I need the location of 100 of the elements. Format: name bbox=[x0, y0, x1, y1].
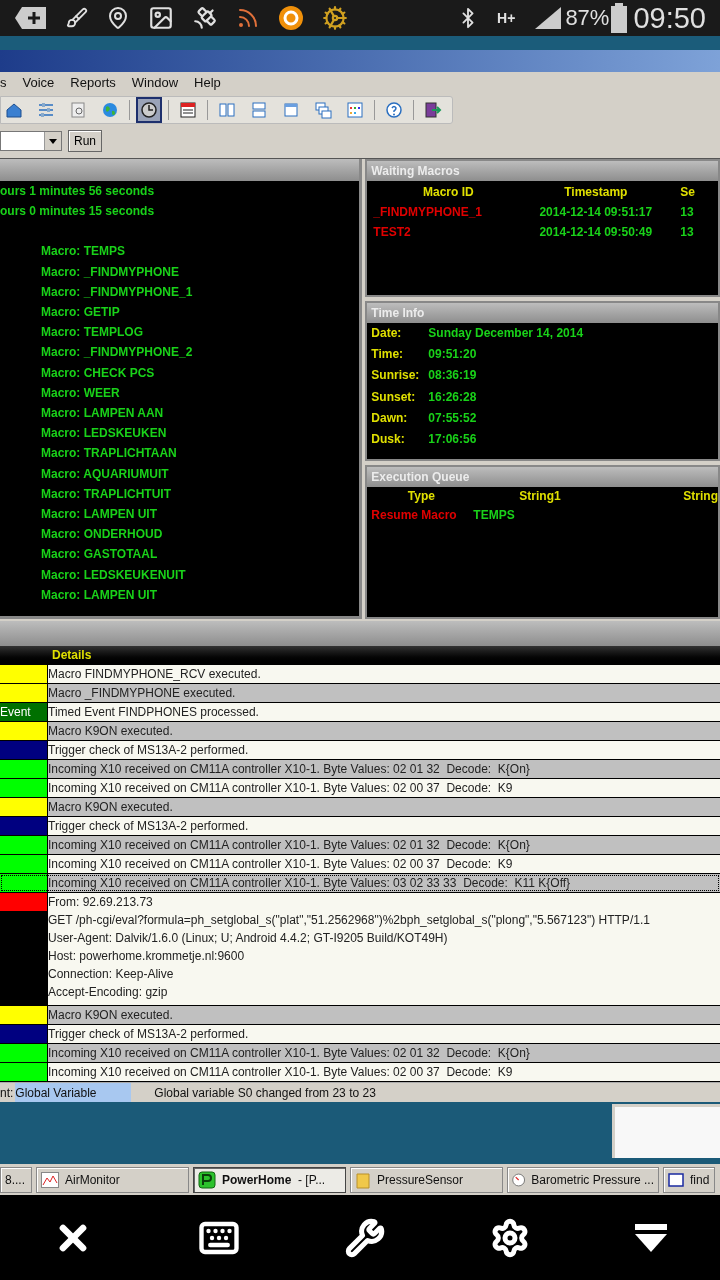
taskbar-button[interactable]: 8.... bbox=[0, 1166, 32, 1193]
image-icon bbox=[148, 5, 174, 31]
log-detail: Incoming X10 received on CM11A controller X10-1. Byte Values: 02 00 37 Decode: K9 bbox=[48, 780, 514, 797]
window-icon bbox=[282, 101, 300, 119]
log-detail: Incoming X10 received on CM11A controller X10-1. Byte Values: 02 01 32 Decode: K{On} bbox=[48, 837, 531, 854]
log-detail: Incoming X10 received on CM11A controller X10-1. Byte Values: 02 01 32 Decode: K{On} bbox=[48, 1045, 531, 1062]
taskbar-button[interactable]: PowerHome - [P... bbox=[193, 1166, 346, 1193]
column-header: Macro ID bbox=[422, 184, 475, 201]
editor-icon bbox=[179, 101, 197, 119]
satellite-icon bbox=[192, 5, 218, 31]
log-detail: Incoming X10 received on CM11A controller X10-1. Byte Values: 03 02 33 33 Decode: K11 K{Off} bbox=[48, 875, 572, 892]
gauge-icon bbox=[512, 1170, 526, 1189]
macro-name: Macro: WEER bbox=[40, 384, 121, 402]
uptime-text: ours 0 minutes 15 seconds bbox=[0, 203, 156, 221]
macro-name: Macro: LAMPEN UIT bbox=[40, 586, 158, 604]
time-value: 08:36:19 bbox=[428, 367, 478, 385]
event-type: Event bbox=[0, 704, 31, 721]
window-icon bbox=[668, 1171, 684, 1188]
sliders-icon bbox=[37, 101, 55, 119]
column-header: Details bbox=[51, 647, 92, 664]
table-cell-text: 13 bbox=[679, 204, 695, 221]
log-detail: User-Agent: Dalvik/1.6.0 (Linux; U; Android 4.4.2; GT-I9205 Build/KOT49H) bbox=[48, 930, 449, 947]
menu-item[interactable]: Voice bbox=[22, 73, 55, 93]
add-tag-icon bbox=[14, 5, 48, 31]
status-category: Global Variable bbox=[15, 1083, 132, 1102]
taskbar-button[interactable]: find bbox=[663, 1166, 715, 1193]
macro-name: Macro: LEDSKEUKENUIT bbox=[40, 566, 187, 584]
table-cell-text: 13 bbox=[679, 224, 695, 241]
menu-item[interactable]: Window bbox=[131, 73, 179, 93]
dropdown-arrow-icon bbox=[49, 138, 57, 144]
signal-icon bbox=[533, 5, 564, 31]
log-detail: Incoming X10 received on CM11A controller X10-1. Byte Values: 02 00 37 Decode: K9 bbox=[48, 856, 514, 873]
timestamp: 2014-12-14 09:51:17 bbox=[538, 204, 654, 221]
log-detail: Macro K9ON executed. bbox=[48, 723, 174, 740]
log-detail: Macro K9ON executed. bbox=[48, 799, 174, 816]
log-detail: Macro FINDMYPHONE_RCV executed. bbox=[48, 666, 262, 683]
log-detail: Timed Event FINDPHONES processed. bbox=[48, 704, 260, 721]
run-button[interactable]: Run bbox=[68, 130, 102, 152]
macro-id: TEST2 bbox=[373, 224, 412, 241]
column-header: Timestamp bbox=[563, 184, 629, 201]
cascade-icon bbox=[314, 101, 332, 119]
wrench-icon[interactable] bbox=[344, 1217, 385, 1258]
macro-name: Macro: _FINDMYPHONE bbox=[40, 263, 181, 281]
taskbar-button[interactable]: AirMonitor bbox=[36, 1166, 189, 1193]
panel-title: Execution Queue bbox=[371, 469, 470, 486]
dropdown-icon[interactable] bbox=[635, 1223, 668, 1252]
rss-icon bbox=[236, 6, 260, 30]
column-header: String bbox=[683, 488, 718, 505]
time-label: Date: bbox=[371, 325, 403, 342]
grid-icon bbox=[346, 101, 364, 119]
menu-item[interactable]: Help bbox=[194, 73, 221, 93]
macro-name: Macro: TRAPLICHTAAN bbox=[40, 445, 178, 463]
time-value: 09:51:20 bbox=[428, 346, 478, 364]
menu-item[interactable]: s bbox=[0, 73, 7, 93]
network-type: H+ bbox=[497, 11, 516, 25]
time-label: Dusk: bbox=[371, 431, 406, 448]
macro-name: Macro: TEMPS bbox=[40, 243, 126, 261]
macro-dropdown[interactable] bbox=[0, 131, 62, 151]
column-header: Type bbox=[406, 488, 436, 505]
taskbar-button[interactable]: Barometric Pressure ... bbox=[507, 1166, 659, 1193]
time-value: 07:55:52 bbox=[428, 409, 478, 427]
macro-name: Macro: AQUARIUMUIT bbox=[40, 465, 170, 483]
timestamp: 2014-12-14 09:50:49 bbox=[538, 224, 654, 241]
toolbar-button[interactable] bbox=[136, 97, 162, 123]
document-icon bbox=[69, 101, 87, 119]
queue-string: TEMPS bbox=[472, 507, 516, 524]
clock-icon bbox=[140, 101, 158, 119]
log-detail: Macro K9ON executed. bbox=[48, 1007, 174, 1024]
gears-icon bbox=[322, 5, 348, 31]
panel-title: Waiting Macros bbox=[371, 163, 460, 180]
menu-item[interactable]: Reports bbox=[70, 73, 116, 93]
rows-icon bbox=[250, 101, 268, 119]
macro-name: Macro: TEMPLOG bbox=[40, 324, 144, 342]
circle-logo-icon bbox=[278, 5, 304, 31]
macro-name: Macro: LEDSKEUKEN bbox=[40, 425, 168, 443]
location-pin-icon bbox=[106, 6, 130, 30]
exit-icon bbox=[424, 101, 442, 119]
macro-name: Macro: _FINDMYPHONE_1 bbox=[40, 283, 194, 301]
log-detail: Trigger check of MS13A-2 performed. bbox=[48, 742, 250, 759]
log-detail: Macro _FINDMYPHONE executed. bbox=[48, 685, 237, 702]
log-row[interactable] bbox=[0, 893, 720, 1005]
log-detail: Host: powerhome.krommetje.nl:9600 bbox=[48, 948, 246, 965]
macro-name: Macro: CHECK PCS bbox=[40, 364, 156, 382]
clock-time: 09:50 bbox=[633, 3, 706, 33]
time-label: Sunset: bbox=[371, 388, 417, 406]
battery-icon bbox=[611, 3, 628, 33]
house-icon bbox=[5, 101, 23, 119]
queue-type: Resume Macro bbox=[371, 507, 458, 524]
taskbar-button[interactable]: PressureSensor bbox=[350, 1166, 503, 1193]
log-detail: GET /ph-cgi/eval?formula=ph_setglobal_s("plat","51.2562968")%2bph_setglobal_s("plong","5.567123") HTTP/1.1 bbox=[48, 912, 651, 929]
macro-name: Macro: ONDERHOUD bbox=[40, 526, 164, 544]
log-detail: Connection: Keep-Alive bbox=[48, 966, 175, 983]
folder-icon bbox=[355, 1170, 371, 1189]
column-header: String1 bbox=[518, 488, 562, 505]
macro-name: Macro: GETIP bbox=[40, 304, 121, 321]
log-detail: Trigger check of MS13A-2 performed. bbox=[48, 1026, 250, 1043]
macro-id: _FINDMYPHONE_1 bbox=[373, 204, 484, 221]
macro-name: Macro: GASTOTAAL bbox=[40, 546, 159, 564]
time-label: Sunrise: bbox=[371, 367, 421, 385]
time-value: Sunday December 14, 2014 bbox=[428, 325, 585, 342]
